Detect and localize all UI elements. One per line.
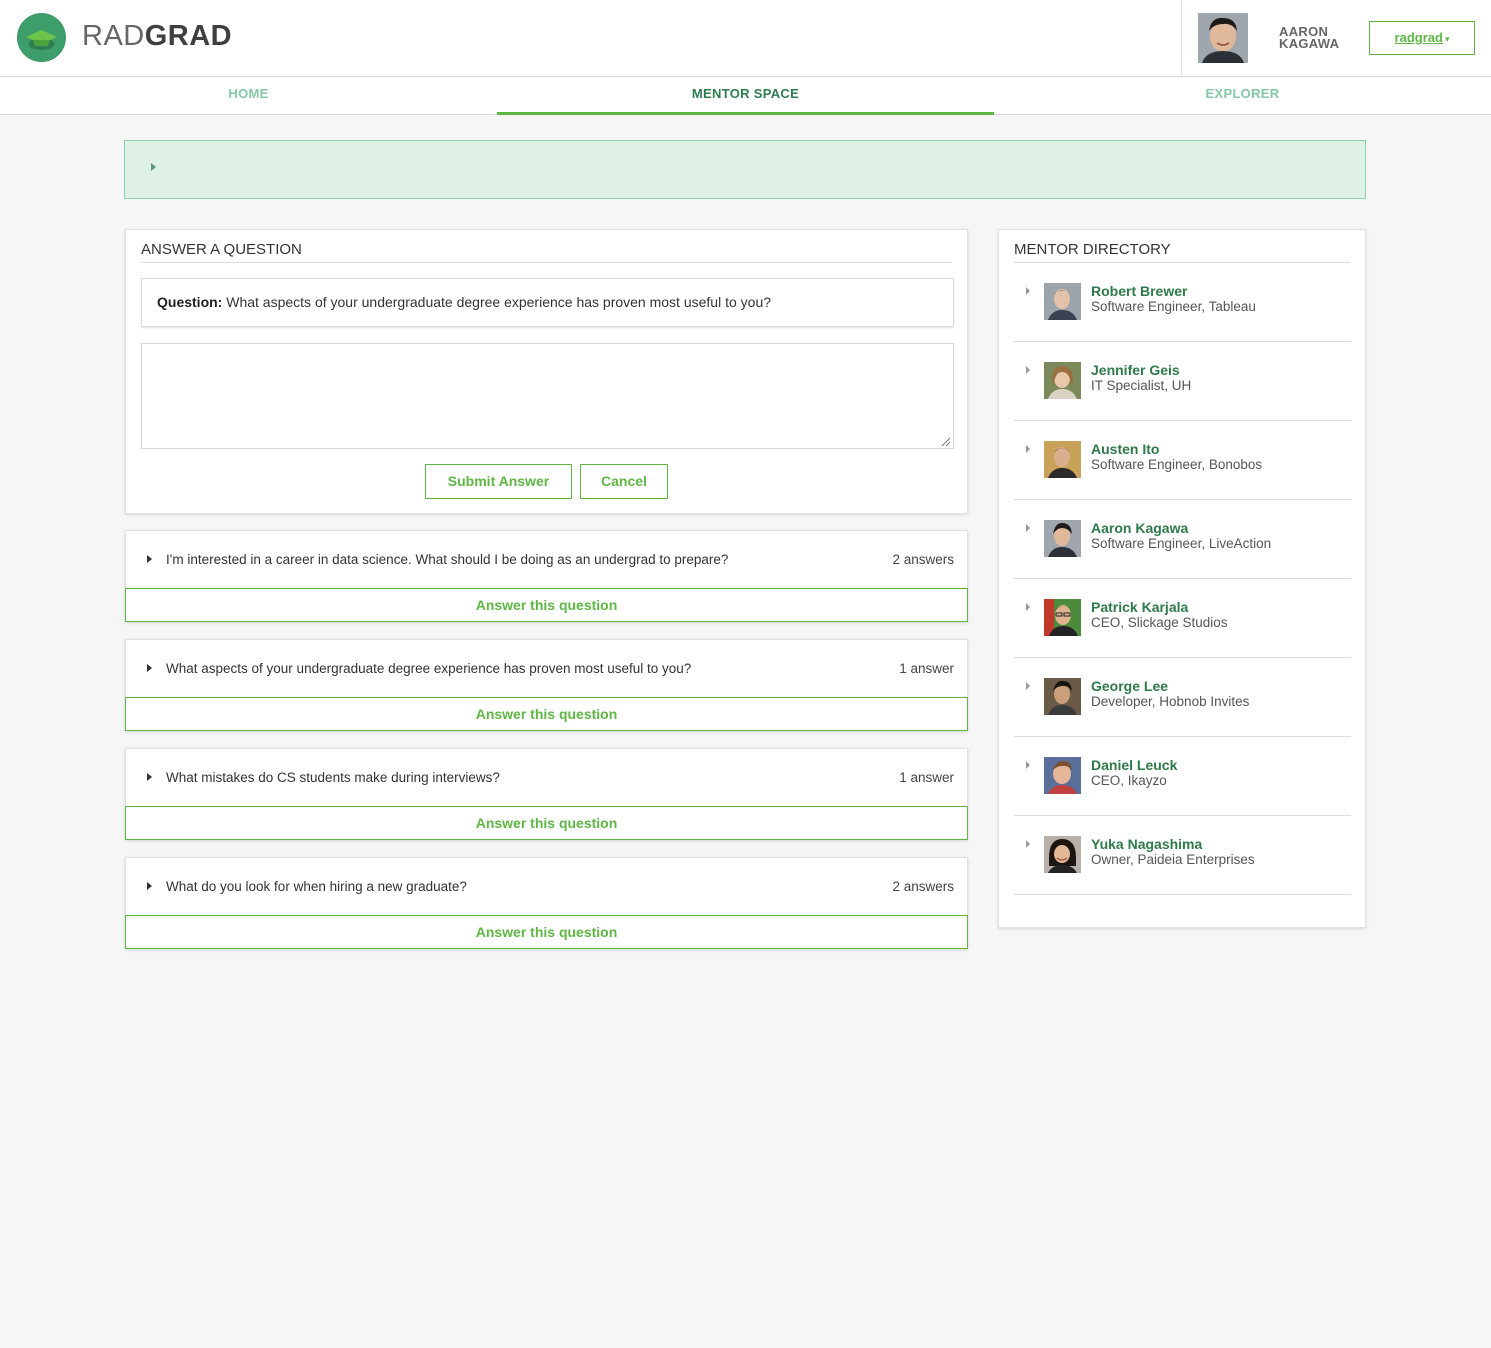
mentor-role: Software Engineer, Tableau bbox=[1091, 299, 1256, 314]
mentor-name[interactable]: George Lee bbox=[1091, 678, 1168, 694]
chevron-down-icon: ▾ bbox=[1444, 34, 1450, 44]
mentor-name[interactable]: Austen Ito bbox=[1091, 441, 1159, 457]
tab-explorer[interactable]: EXPLORER bbox=[994, 78, 1491, 115]
caret-right-icon[interactable] bbox=[151, 163, 156, 171]
submit-answer-button[interactable]: Submit Answer bbox=[425, 464, 572, 499]
brand-logo-text[interactable]: RADGRAD bbox=[82, 20, 232, 53]
answer-textarea[interactable] bbox=[141, 343, 954, 449]
caret-right-icon[interactable] bbox=[1026, 366, 1030, 374]
answer-this-question-button[interactable]: Answer this question bbox=[125, 806, 968, 840]
tab-mentor-space[interactable]: MENTOR SPACE bbox=[497, 78, 994, 115]
caret-right-icon[interactable] bbox=[1026, 287, 1030, 295]
answer-this-question-button[interactable]: Answer this question bbox=[125, 697, 968, 731]
mentor-avatar bbox=[1044, 757, 1081, 794]
mentor-avatar bbox=[1044, 599, 1081, 636]
question-text: What aspects of your undergraduate degre… bbox=[166, 661, 692, 676]
answer-this-question-button[interactable]: Answer this question bbox=[125, 915, 968, 949]
answer-count: 1 answer bbox=[899, 661, 954, 676]
mentor-name[interactable]: Patrick Karjala bbox=[1091, 599, 1188, 615]
question-header[interactable]: What mistakes do CS students make during… bbox=[126, 749, 967, 806]
tab-home[interactable]: HOME bbox=[0, 78, 497, 115]
caret-right-icon[interactable] bbox=[1026, 682, 1030, 690]
mentor-avatar bbox=[1044, 441, 1081, 478]
question-item: I'm interested in a career in data scien… bbox=[125, 530, 968, 622]
mentor-avatar bbox=[1044, 520, 1081, 557]
user-name: AARON KAGAWA bbox=[1279, 24, 1340, 51]
answer-count: 2 answers bbox=[892, 879, 954, 894]
answer-count: 2 answers bbox=[892, 552, 954, 567]
question-text: What mistakes do CS students make during… bbox=[166, 770, 500, 785]
mentor-role: Software Engineer, Bonobos bbox=[1091, 457, 1263, 472]
mentor-item[interactable]: Aaron Kagawa Software Engineer, LiveActi… bbox=[1014, 500, 1351, 579]
mentor-avatar bbox=[1044, 836, 1081, 873]
mentor-name[interactable]: Daniel Leuck bbox=[1091, 757, 1177, 773]
question-label: Question: bbox=[157, 294, 223, 310]
question-header[interactable]: What aspects of your undergraduate degre… bbox=[126, 640, 967, 697]
mentor-name[interactable]: Jennifer Geis bbox=[1091, 362, 1180, 378]
main-nav: HOME MENTOR SPACE EXPLORER bbox=[0, 78, 1491, 115]
mentor-role: CEO, Ikayzo bbox=[1091, 773, 1167, 788]
caret-right-icon[interactable] bbox=[1026, 603, 1030, 611]
caret-right-icon[interactable] bbox=[1026, 761, 1030, 769]
top-header: RADGRAD AARON KAGAWA radgrad ▾ bbox=[0, 0, 1491, 77]
mentor-avatar bbox=[1044, 283, 1081, 320]
question-display: Question: What aspects of your undergrad… bbox=[141, 278, 954, 327]
question-item: What aspects of your undergraduate degre… bbox=[125, 639, 968, 731]
answer-count: 1 answer bbox=[899, 770, 954, 785]
mentor-item[interactable]: Patrick Karjala CEO, Slickage Studios bbox=[1014, 579, 1351, 658]
resize-grip-icon[interactable] bbox=[941, 437, 951, 447]
mentor-role: CEO, Slickage Studios bbox=[1091, 615, 1228, 630]
question-header[interactable]: What do you look for when hiring a new g… bbox=[126, 858, 967, 915]
mentor-directory-card: MENTOR DIRECTORY Robert Brewer Software … bbox=[998, 229, 1366, 928]
answer-this-question-button[interactable]: Answer this question bbox=[125, 588, 968, 622]
question-text: What aspects of your undergraduate degre… bbox=[226, 294, 772, 310]
user-avatar[interactable] bbox=[1198, 13, 1248, 63]
header-divider bbox=[1181, 0, 1182, 77]
collapsible-banner[interactable] bbox=[124, 140, 1366, 199]
caret-right-icon[interactable] bbox=[147, 882, 152, 890]
graduation-cap-icon[interactable] bbox=[17, 13, 66, 62]
mentor-item[interactable]: George Lee Developer, Hobnob Invites bbox=[1014, 658, 1351, 737]
mentor-item[interactable]: Yuka Nagashima Owner, Paideia Enterprise… bbox=[1014, 816, 1351, 895]
question-item: What do you look for when hiring a new g… bbox=[125, 857, 968, 949]
mentor-name[interactable]: Aaron Kagawa bbox=[1091, 520, 1188, 536]
answer-question-card: ANSWER A QUESTION Question: What aspects… bbox=[125, 229, 968, 514]
question-text: I'm interested in a career in data scien… bbox=[166, 552, 729, 567]
caret-right-icon[interactable] bbox=[147, 555, 152, 563]
mentor-avatar bbox=[1044, 362, 1081, 399]
caret-right-icon[interactable] bbox=[1026, 445, 1030, 453]
mentor-role: Developer, Hobnob Invites bbox=[1091, 694, 1250, 709]
caret-right-icon[interactable] bbox=[1026, 524, 1030, 532]
caret-right-icon[interactable] bbox=[147, 773, 152, 781]
question-text: What do you look for when hiring a new g… bbox=[166, 879, 467, 894]
mentor-role: Software Engineer, LiveAction bbox=[1091, 536, 1272, 551]
mentor-item[interactable]: Daniel Leuck CEO, Ikayzo bbox=[1014, 737, 1351, 816]
caret-right-icon[interactable] bbox=[147, 664, 152, 672]
mentor-item[interactable]: Robert Brewer Software Engineer, Tableau bbox=[1014, 263, 1351, 342]
card-title: ANSWER A QUESTION bbox=[141, 241, 302, 258]
mentor-name[interactable]: Yuka Nagashima bbox=[1091, 836, 1202, 852]
cancel-button[interactable]: Cancel bbox=[580, 464, 668, 499]
mentor-role: Owner, Paideia Enterprises bbox=[1091, 852, 1255, 867]
card-title: MENTOR DIRECTORY bbox=[1014, 241, 1171, 258]
question-item: What mistakes do CS students make during… bbox=[125, 748, 968, 840]
mentor-item[interactable]: Austen Ito Software Engineer, Bonobos bbox=[1014, 421, 1351, 500]
caret-right-icon[interactable] bbox=[1026, 840, 1030, 848]
mentor-avatar bbox=[1044, 678, 1081, 715]
user-menu-button[interactable]: radgrad ▾ bbox=[1369, 21, 1475, 55]
divider bbox=[141, 262, 952, 263]
mentor-item[interactable]: Jennifer Geis IT Specialist, UH bbox=[1014, 342, 1351, 421]
question-header[interactable]: I'm interested in a career in data scien… bbox=[126, 531, 967, 588]
mentor-name[interactable]: Robert Brewer bbox=[1091, 283, 1187, 299]
mentor-role: IT Specialist, UH bbox=[1091, 378, 1192, 393]
